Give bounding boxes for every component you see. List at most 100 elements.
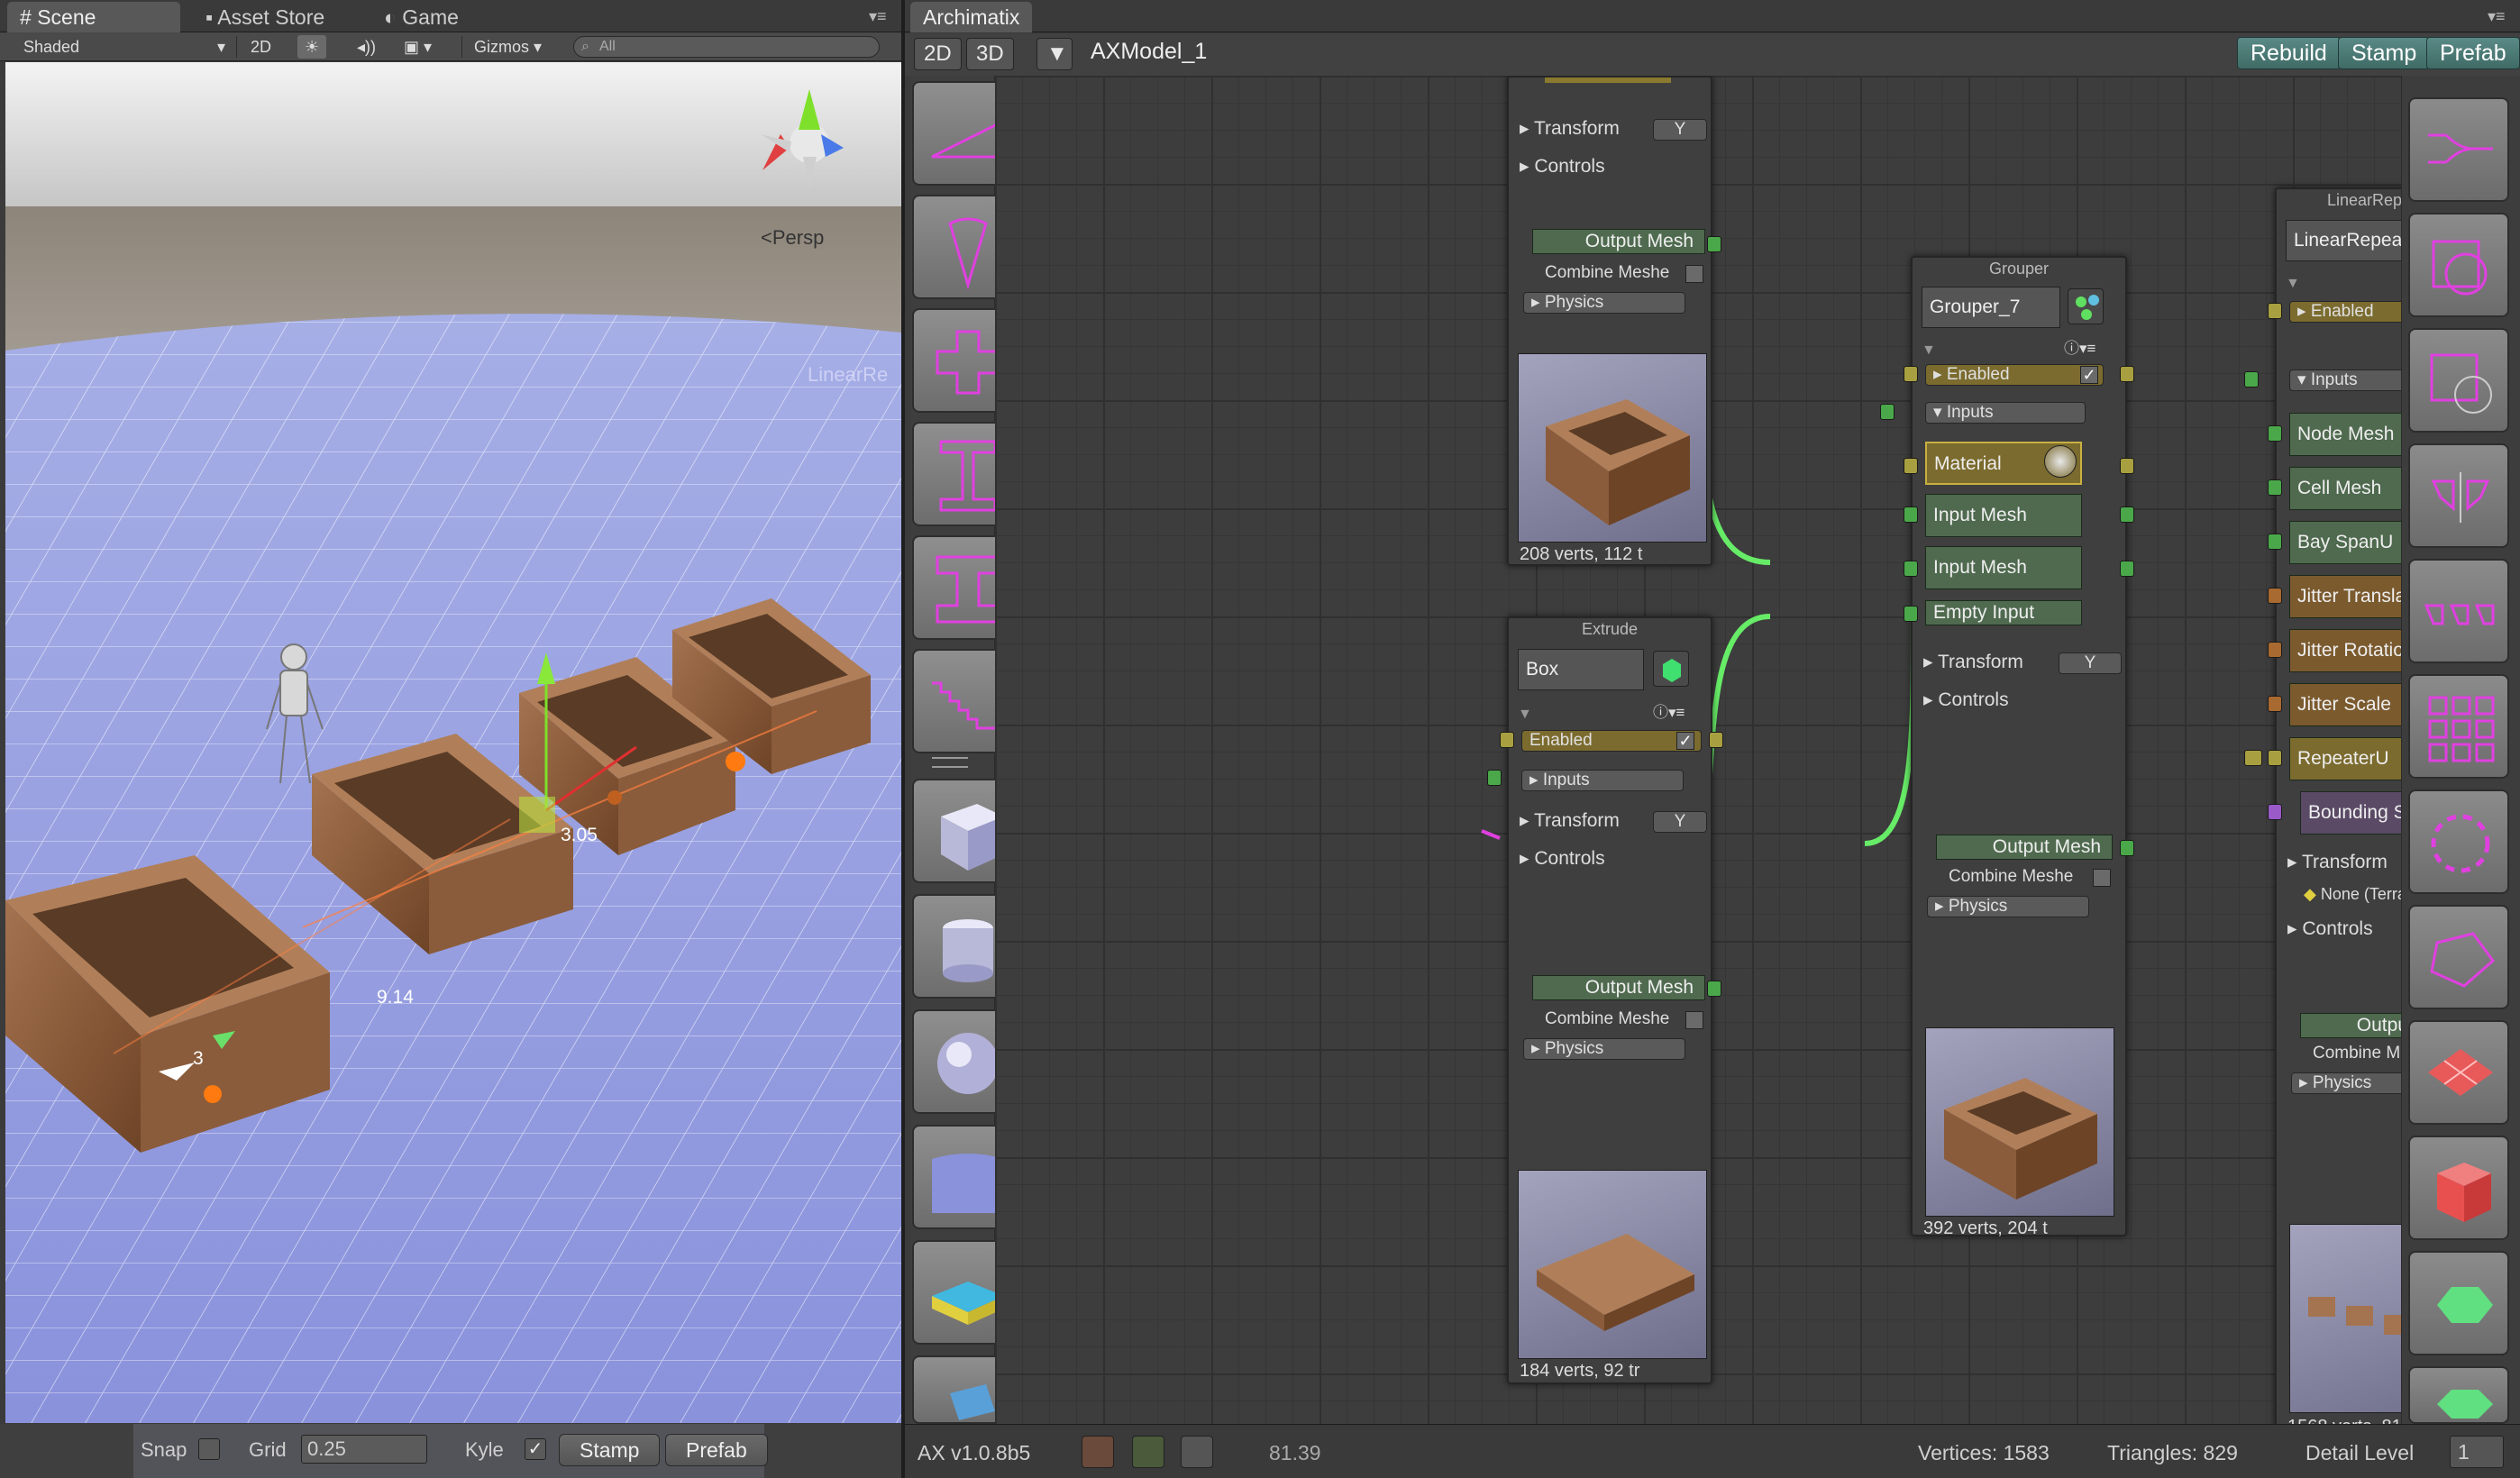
- node-mesh-input[interactable]: Node Mesh: [2289, 413, 2401, 456]
- info-icon[interactable]: ⓘ▾≡: [1653, 699, 1685, 722]
- info-icon[interactable]: ⓘ▾≡: [2064, 335, 2095, 358]
- scene-prefab-button[interactable]: Prefab: [665, 1434, 768, 1466]
- jitter-translation-port[interactable]: [2268, 588, 2282, 604]
- operator-polygon-2[interactable]: [2408, 1366, 2509, 1424]
- snap-checkbox[interactable]: [198, 1438, 220, 1460]
- axis-dropdown[interactable]: Y: [2059, 652, 2122, 674]
- detail-level-input[interactable]: 1: [2450, 1436, 2504, 1468]
- material-icon[interactable]: [2044, 445, 2077, 478]
- scene-stamp-button[interactable]: Stamp: [559, 1434, 661, 1466]
- combine-meshes-checkbox[interactable]: [1685, 1011, 1703, 1029]
- collapse-arrow-icon[interactable]: ▼: [1922, 342, 1936, 359]
- operator-linear-repeater-2d[interactable]: [2408, 559, 2509, 663]
- audio-icon[interactable]: ◂)): [350, 35, 383, 59]
- inputs-row[interactable]: ▸ Inputs: [1521, 770, 1684, 791]
- output-mesh-port[interactable]: Output Mesh: [1532, 975, 1705, 1000]
- repeater-u-link-port[interactable]: [2244, 750, 2262, 766]
- controls-row[interactable]: ▸ Controls: [2287, 917, 2373, 940]
- collapse-arrow-icon[interactable]: ▼: [1518, 707, 1532, 723]
- gizmos-dropdown[interactable]: Gizmos ▾: [467, 35, 549, 59]
- tab-asset-store[interactable]: ▪ Asset Store: [193, 2, 337, 32]
- repeater-u-input[interactable]: RepeaterU: [2289, 737, 2401, 780]
- enabled-in-port[interactable]: [1500, 732, 1514, 748]
- operator-difference[interactable]: [2408, 328, 2509, 433]
- model-dropdown-icon[interactable]: ▼: [1036, 38, 1073, 70]
- node-top-partial[interactable]: ▸ Transform Y ▸ Controls Output Mesh Com…: [1507, 76, 1721, 566]
- repeater-u-port[interactable]: [2268, 750, 2282, 766]
- extrude-icon[interactable]: [1653, 651, 1689, 687]
- input-mesh-1-port[interactable]: [1904, 506, 1918, 523]
- grid-size-input[interactable]: 0.25: [301, 1435, 427, 1464]
- view-2d-button[interactable]: 2D: [914, 38, 962, 70]
- enabled-row[interactable]: Enabled: [1521, 730, 1702, 752]
- axis-dropdown[interactable]: Y: [1653, 811, 1707, 833]
- enabled-out-port[interactable]: [2120, 366, 2134, 382]
- physics-row[interactable]: ▸ Physics: [1523, 1038, 1685, 1060]
- combine-meshes-checkbox[interactable]: [1685, 265, 1703, 283]
- prefab-button[interactable]: Prefab: [2426, 37, 2520, 69]
- cell-mesh-port[interactable]: [2268, 479, 2282, 496]
- controls-row[interactable]: ▸ Controls: [1520, 155, 1605, 178]
- physics-row[interactable]: ▸ Physics: [2291, 1072, 2401, 1094]
- collapse-arrow-icon[interactable]: ▼: [2286, 276, 2300, 292]
- layout-icon[interactable]: [1181, 1436, 1213, 1468]
- bay-span-port[interactable]: [2268, 534, 2282, 550]
- operator-box-3d[interactable]: [2408, 1136, 2509, 1240]
- material-out-port[interactable]: [2120, 458, 2134, 474]
- mode-2d-button[interactable]: 2D: [243, 35, 278, 59]
- input-mesh-2-out-port[interactable]: [2120, 561, 2134, 577]
- scene-viewport[interactable]: <Persp LinearRe 3.05 9.14 3: [5, 62, 901, 1423]
- add-input-port[interactable]: [2244, 371, 2259, 388]
- grid-snap-icon[interactable]: [1082, 1436, 1114, 1468]
- persp-label[interactable]: <Persp: [761, 226, 824, 250]
- controls-row[interactable]: ▸ Controls: [1923, 689, 2009, 711]
- bounding-shape-port[interactable]: [2268, 804, 2282, 820]
- empty-input[interactable]: Empty Input: [1925, 600, 2082, 625]
- tab-scene[interactable]: # Scene: [7, 2, 180, 32]
- node-name-field[interactable]: LinearRepeat: [2286, 220, 2401, 261]
- jitter-rotation-input[interactable]: Jitter Rotatio: [2289, 629, 2401, 672]
- view-3d-button[interactable]: 3D: [966, 38, 1014, 70]
- transform-row[interactable]: ▸ Transform: [1520, 809, 1620, 832]
- kyle-checkbox[interactable]: ✓: [525, 1438, 546, 1460]
- bounding-shape-input[interactable]: Bounding Shape: [2300, 791, 2401, 835]
- operator-offset[interactable]: [2408, 213, 2509, 317]
- panel-menu-icon[interactable]: ▾≡: [869, 7, 887, 26]
- effects-icon[interactable]: ▣ ▾: [397, 35, 439, 59]
- output-port[interactable]: [1707, 236, 1721, 252]
- enabled-in-port[interactable]: [2268, 303, 2282, 319]
- empty-input-port[interactable]: [1904, 606, 1918, 622]
- jitter-translation-input[interactable]: Jitter Transla: [2289, 575, 2401, 618]
- inputs-row[interactable]: ▾ Inputs: [1925, 402, 2086, 424]
- operator-plan-repeater[interactable]: [2408, 1020, 2509, 1125]
- enabled-in-port[interactable]: [1904, 366, 1918, 382]
- node-name-field[interactable]: Box: [1518, 649, 1644, 690]
- operator-grid-repeater[interactable]: [2408, 674, 2509, 779]
- jitter-scale-port[interactable]: [2268, 696, 2282, 712]
- output-mesh-port[interactable]: Output Mesh: [1532, 229, 1705, 254]
- transform-row[interactable]: ▸ Transform: [1520, 117, 1620, 140]
- add-input-port[interactable]: [1880, 404, 1895, 420]
- scene-search-input[interactable]: ⌕ All: [573, 36, 880, 58]
- enabled-row[interactable]: ▸ Enabled: [2289, 301, 2401, 323]
- node-graph-canvas[interactable]: ▸ Transform Y ▸ Controls Output Mesh Com…: [995, 76, 2401, 1424]
- input-mesh-2-port[interactable]: [1904, 561, 1918, 577]
- enabled-checkbox[interactable]: ✓: [1676, 732, 1694, 750]
- lighting-icon[interactable]: ☀: [297, 35, 327, 59]
- axis-dropdown[interactable]: Y: [1653, 119, 1707, 141]
- enabled-row[interactable]: ▸ Enabled: [1925, 364, 2104, 386]
- tab-game[interactable]: ◐ Game: [371, 2, 471, 32]
- operator-shape-distributor[interactable]: [2408, 905, 2509, 1009]
- node-grouper[interactable]: Grouper Grouper_7 ⓘ▾≡ ▼ ▸ Enabled ✓ ▾ In…: [1880, 256, 2134, 1238]
- jitter-scale-input[interactable]: Jitter Scale: [2289, 683, 2401, 726]
- shape-input-port[interactable]: [1487, 770, 1502, 786]
- output-mesh-port[interactable]: Output Mesh: [2300, 1013, 2401, 1038]
- input-mesh-1-out-port[interactable]: [2120, 506, 2134, 523]
- enabled-checkbox[interactable]: ✓: [2080, 366, 2098, 384]
- input-mesh-1[interactable]: Input Mesh: [1925, 494, 2082, 537]
- panel-menu-icon[interactable]: ▾≡: [2488, 7, 2506, 26]
- cell-mesh-input[interactable]: Cell Mesh: [2289, 467, 2401, 510]
- stamp-button[interactable]: Stamp: [2338, 37, 2431, 69]
- tab-archimatix[interactable]: Archimatix: [910, 2, 1033, 32]
- library-toggle-icon[interactable]: [1132, 1436, 1164, 1468]
